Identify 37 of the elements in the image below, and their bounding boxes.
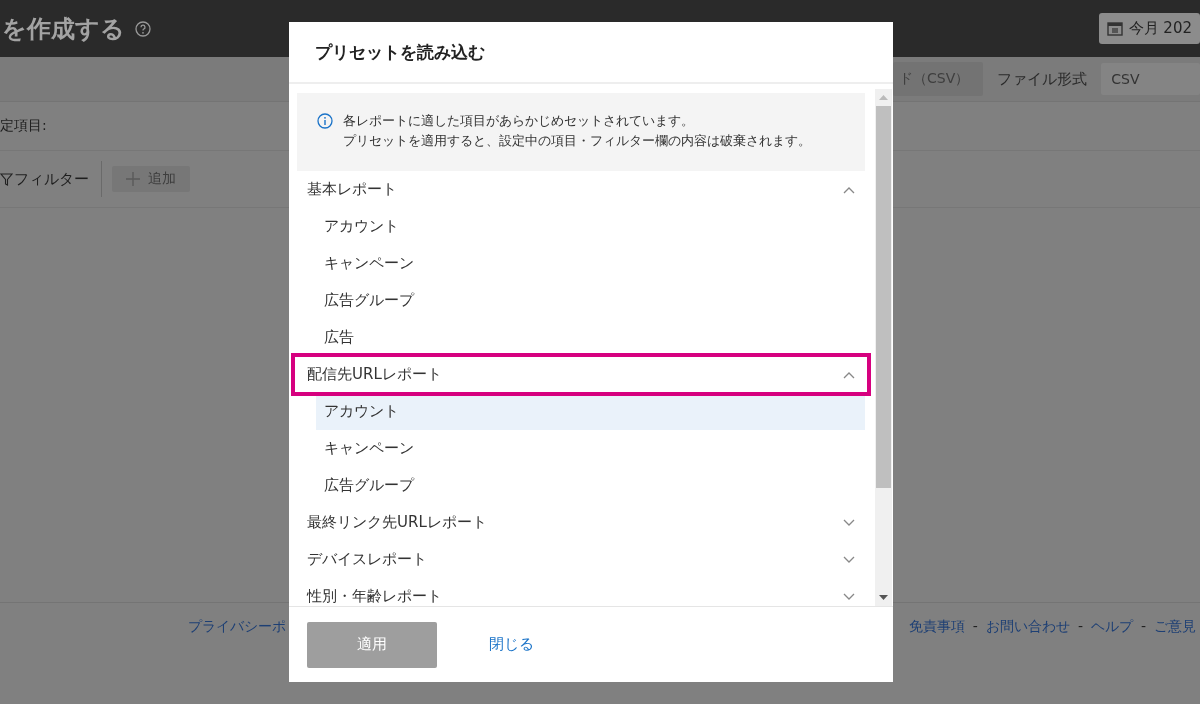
chevron-down-icon xyxy=(843,518,855,527)
preset-item[interactable]: 広告 xyxy=(316,319,865,356)
file-format-label: ファイル形式 xyxy=(997,69,1088,89)
scroll-up-icon[interactable] xyxy=(879,95,888,100)
chevron-up-icon xyxy=(843,370,855,379)
scrollbar[interactable] xyxy=(875,89,892,606)
info-icon xyxy=(317,113,333,129)
preset-item[interactable]: 広告グループ xyxy=(316,467,865,504)
date-range-button[interactable]: 今月 202 xyxy=(1098,13,1200,44)
dialog-title: プリセットを読み込む xyxy=(289,22,893,84)
close-link[interactable]: 閉じる xyxy=(489,635,534,654)
scrollbar-thumb[interactable] xyxy=(876,106,891,488)
filter-icon xyxy=(0,172,13,186)
report-group-header[interactable]: 配信先URLレポート xyxy=(294,356,868,393)
page-title: を作成する xyxy=(2,13,125,45)
footer-separator: - xyxy=(1140,618,1146,636)
filter-label: フィルター xyxy=(14,169,89,189)
help-icon[interactable] xyxy=(135,20,151,37)
chevron-down-icon xyxy=(843,555,855,564)
preset-item[interactable]: 広告グループ xyxy=(316,282,865,319)
calendar-icon xyxy=(1106,21,1123,36)
report-group-header[interactable]: デバイスレポート xyxy=(297,541,865,578)
preset-item[interactable]: キャンペーン xyxy=(316,430,865,467)
report-group-header[interactable]: 性別・年齢レポート xyxy=(297,578,865,606)
preset-item[interactable]: アカウント xyxy=(316,208,865,245)
notice-text: プリセットを適用すると、設定中の項目・フィルター欄の内容は破棄されます。 xyxy=(343,132,811,150)
footer-separator: - xyxy=(1077,618,1083,636)
scroll-down-icon[interactable] xyxy=(879,595,888,600)
notice-text: 各レポートに適した項目があらかじめセットされています。 xyxy=(343,112,695,130)
chevron-down-icon xyxy=(843,592,855,601)
preset-item[interactable]: キャンペーン xyxy=(316,245,865,282)
chevron-up-icon xyxy=(843,185,855,194)
report-group-header[interactable]: 基本レポート xyxy=(297,171,865,208)
plus-icon xyxy=(126,172,140,186)
report-group-header[interactable]: 最終リンク先URLレポート xyxy=(297,504,865,541)
footer-separator: - xyxy=(972,618,978,636)
settings-label: 定項目: xyxy=(0,117,47,135)
